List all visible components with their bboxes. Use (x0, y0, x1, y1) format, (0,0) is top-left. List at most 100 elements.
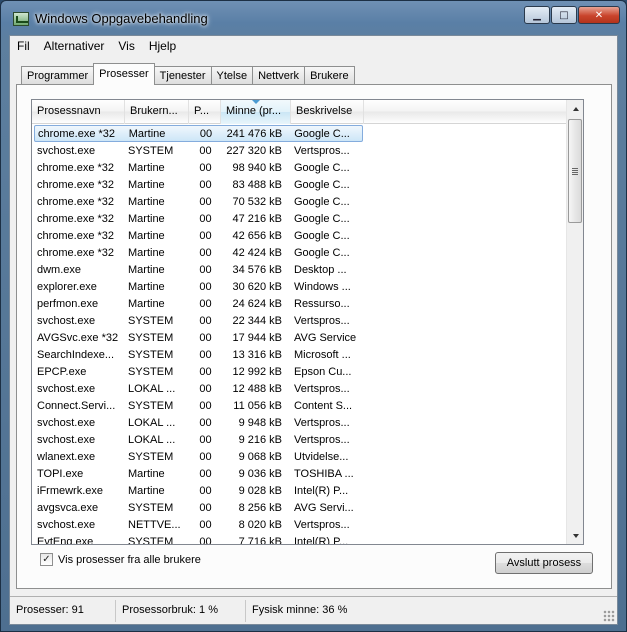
table-row[interactable]: svchost.exe LOKAL ... 00 9 948 kB Vertspros.… (34, 414, 572, 431)
description-cell: Windows ... (294, 280, 351, 293)
column-header-name[interactable]: Prosessnavn (32, 100, 125, 124)
table-row[interactable]: svchost.exe NETTVE... 00 8 020 kB Vertspros.… (34, 516, 572, 533)
task-manager-icon (13, 12, 29, 26)
cpu-cell: 00 (199, 263, 212, 276)
tab-applications[interactable]: Programmer (21, 66, 95, 85)
table-row[interactable]: TOPI.exe Martine 00 9 036 kB TOSHIBA ... (34, 465, 572, 482)
table-row[interactable]: svchost.exe SYSTEM 00 22 344 kB Vertspros... (34, 312, 572, 329)
memory-cell: 8 256 kB (238, 501, 282, 514)
memory-cell: 12 992 kB (232, 365, 282, 378)
resize-grip-icon[interactable] (603, 610, 615, 622)
menu-bar: Fil Alternativer Vis Hjelp (10, 36, 617, 56)
process-list[interactable]: Prosessnavn Brukern... P... Minne (pr...… (31, 99, 584, 545)
list-header: Prosessnavn Brukern... P... Minne (pr...… (32, 100, 583, 124)
scroll-thumb[interactable] (568, 119, 582, 223)
scroll-down-icon (572, 533, 579, 538)
table-row[interactable]: svchost.exe LOKAL ... 00 12 488 kB Vertspros… (34, 380, 572, 397)
memory-cell: 70 532 kB (232, 195, 282, 208)
description-cell: Intel(R) P... (294, 484, 349, 497)
memory-cell: 42 424 kB (232, 246, 282, 259)
cpu-cell: 00 (199, 484, 212, 497)
minimize-button[interactable]: ▁ (524, 6, 550, 24)
table-row[interactable]: chrome.exe *32 Martine 00 42 656 kB Google C… (34, 227, 572, 244)
tab-processes[interactable]: Prosesser (93, 63, 155, 85)
show-all-users-option[interactable]: ✓ Vis prosesser fra alle brukere (40, 553, 201, 566)
tab-users[interactable]: Brukere (304, 66, 355, 85)
memory-cell: 34 576 kB (232, 263, 282, 276)
user-name-cell: Martine (128, 212, 165, 225)
cpu-cell: 00 (199, 501, 212, 514)
table-row[interactable]: wlanext.exe SYSTEM 00 9 068 kB Utvidelse... (34, 448, 572, 465)
user-name-cell: Martine (128, 484, 165, 497)
vertical-scrollbar[interactable] (566, 100, 583, 544)
menu-help[interactable]: Hjelp (142, 36, 183, 56)
table-row[interactable]: chrome.exe *32 Martine 00 83 488 kB Google C… (34, 176, 572, 193)
menu-file[interactable]: Fil (10, 36, 37, 56)
user-name-cell: SYSTEM (128, 399, 174, 412)
column-header-description[interactable]: Beskrivelse (291, 100, 364, 124)
menu-view[interactable]: Vis (111, 36, 141, 56)
cpu-cell: 00 (199, 178, 212, 191)
tab-performance[interactable]: Ytelse (210, 66, 254, 85)
table-row[interactable]: chrome.exe *32 Martine 00 70 532 kB Google C… (34, 193, 572, 210)
process-name-cell: chrome.exe *32 (37, 161, 115, 174)
process-name-cell: wlanext.exe (37, 450, 96, 463)
table-row[interactable]: AVGSvc.exe *32 SYSTEM 00 17 944 kB AVG Servi… (34, 329, 572, 346)
table-row[interactable]: svchost.exe SYSTEM 00 227 320 kB Vertspros..… (34, 142, 572, 159)
process-name-cell: chrome.exe *32 (38, 127, 116, 140)
maximize-button[interactable]: □ (551, 6, 577, 24)
process-name-cell: avgsvca.exe (37, 501, 99, 514)
client-area: Fil Alternativer Vis Hjelp Programmer Pr… (9, 35, 618, 625)
process-name-cell: svchost.exe (37, 518, 96, 531)
end-process-button[interactable]: Avslutt prosess (495, 552, 593, 574)
user-name-cell: SYSTEM (128, 314, 174, 327)
table-row[interactable]: chrome.exe *32 Martine 00 47 216 kB Google C… (34, 210, 572, 227)
menu-options[interactable]: Alternativer (37, 36, 112, 56)
description-cell: Google C... (294, 178, 350, 191)
memory-cell: 227 320 kB (226, 144, 282, 157)
user-name-cell: SYSTEM (128, 331, 174, 344)
column-header-cpu[interactable]: P... (189, 100, 221, 124)
tab-services[interactable]: Tjenester (153, 66, 212, 85)
table-row[interactable]: svchost.exe LOKAL ... 00 9 216 kB Vertspros.… (34, 431, 572, 448)
table-row[interactable]: SearchIndexe... SYSTEM 00 13 316 kB Microsof… (34, 346, 572, 363)
scroll-up-button[interactable] (567, 100, 583, 117)
process-name-cell: EvtEng.exe (37, 535, 94, 545)
minimize-icon: ▁ (533, 9, 541, 21)
cpu-cell: 00 (199, 195, 212, 208)
memory-cell: 24 624 kB (232, 297, 282, 310)
table-row[interactable]: iFrmewrk.exe Martine 00 9 028 kB Intel(R) P.… (34, 482, 572, 499)
tab-networking[interactable]: Nettverk (252, 66, 306, 85)
table-row[interactable]: chrome.exe *32 Martine 00 42 424 kB Google C… (34, 244, 572, 261)
cpu-cell: 00 (199, 212, 212, 225)
memory-cell: 9 948 kB (238, 416, 282, 429)
scroll-down-button[interactable] (567, 527, 583, 544)
process-name-cell: AVGSvc.exe *32 (37, 331, 119, 344)
user-name-cell: Martine (128, 467, 165, 480)
table-row[interactable]: chrome.exe *32 Martine 00 241 476 kB Google … (34, 125, 363, 142)
table-row[interactable]: EPCP.exe SYSTEM 00 12 992 kB Epson Cu... (34, 363, 572, 380)
table-row[interactable]: Connect.Servi... SYSTEM 00 11 056 kB Content… (34, 397, 572, 414)
column-header-user[interactable]: Brukern... (125, 100, 189, 124)
close-icon: ✕ (594, 9, 604, 21)
description-cell: Vertspros... (294, 382, 350, 395)
cpu-cell: 00 (199, 365, 212, 378)
memory-cell: 7 716 kB (238, 535, 282, 545)
table-row[interactable]: avgsvca.exe SYSTEM 00 8 256 kB AVG Servi... (34, 499, 572, 516)
description-cell: Microsoft ... (294, 348, 351, 361)
table-row[interactable]: perfmon.exe Martine 00 24 624 kB Ressurso... (34, 295, 572, 312)
memory-cell: 9 068 kB (238, 450, 282, 463)
cpu-cell: 00 (199, 297, 212, 310)
description-cell: Google C... (294, 127, 350, 140)
close-button[interactable]: ✕ (578, 6, 620, 24)
title-bar[interactable]: Windows Oppgavebehandling ▁ □ ✕ (1, 1, 626, 35)
table-row[interactable]: EvtEng.exe SYSTEM 00 7 716 kB Intel(R) P... (34, 533, 572, 545)
table-row[interactable]: dwm.exe Martine 00 34 576 kB Desktop ... (34, 261, 572, 278)
memory-cell: 8 020 kB (238, 518, 282, 531)
user-name-cell: SYSTEM (128, 365, 174, 378)
column-header-memory[interactable]: Minne (pr... (221, 100, 291, 124)
show-all-users-checkbox[interactable]: ✓ (40, 553, 53, 566)
cpu-cell: 00 (199, 382, 212, 395)
table-row[interactable]: chrome.exe *32 Martine 00 98 940 kB Google C… (34, 159, 572, 176)
table-row[interactable]: explorer.exe Martine 00 30 620 kB Windows ..… (34, 278, 572, 295)
